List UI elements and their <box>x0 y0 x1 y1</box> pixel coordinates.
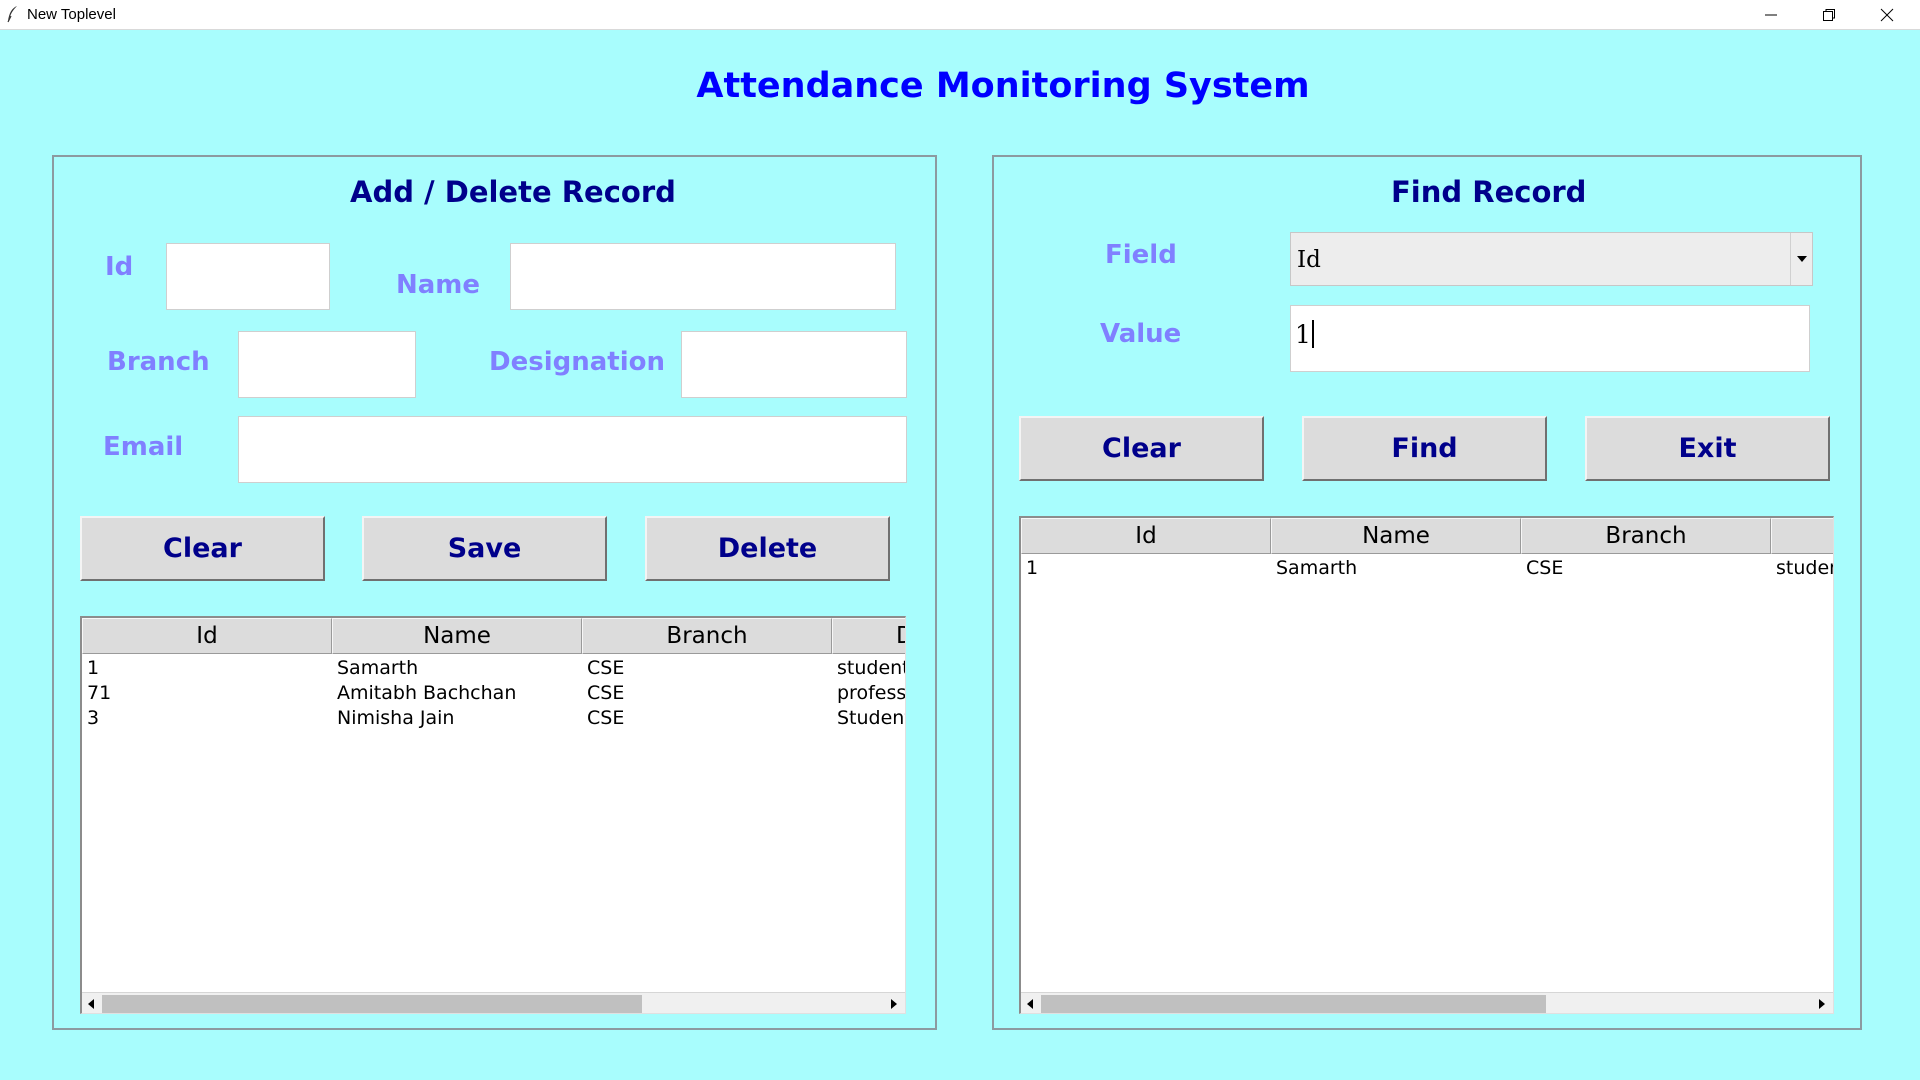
cell-name: Amitabh Bachchan <box>337 682 517 704</box>
branch-label: Branch <box>107 347 210 377</box>
name-input[interactable] <box>510 243 896 310</box>
scroll-thumb[interactable] <box>1041 995 1546 1013</box>
find-results-table[interactable]: Id Name Branch 1 Samarth CSE studen <box>1019 516 1834 1014</box>
window-title: New Toplevel <box>27 6 116 23</box>
cell-branch: CSE <box>587 707 625 729</box>
delete-button[interactable]: Delete <box>645 516 890 581</box>
find-clear-button[interactable]: Clear <box>1019 416 1264 481</box>
text-caret <box>1311 320 1314 348</box>
cell-id: 1 <box>87 657 100 679</box>
cell-branch: CSE <box>587 682 625 704</box>
arrow-left-icon <box>1027 999 1033 1009</box>
scroll-left-button[interactable] <box>82 993 102 1013</box>
value-input-text: 1 <box>1295 320 1311 349</box>
minimize-icon <box>1765 14 1777 16</box>
column-header-name[interactable]: Name <box>332 618 582 654</box>
close-button[interactable] <box>1858 0 1916 29</box>
cell-name: Samarth <box>337 657 419 679</box>
minimize-button[interactable] <box>1742 0 1800 29</box>
cell-branch: CSE <box>1526 557 1564 579</box>
close-icon <box>1880 8 1894 22</box>
scroll-thumb[interactable] <box>102 995 642 1013</box>
cell-id: 1 <box>1026 557 1039 579</box>
cell-name: Samarth <box>1276 557 1358 579</box>
arrow-right-icon <box>1819 999 1825 1009</box>
records-table[interactable]: Id Name Branch D 1 Samarth CSE student 7… <box>80 616 906 1014</box>
add-delete-title: Add / Delete Record <box>350 175 676 209</box>
value-input[interactable]: 1 <box>1290 305 1810 372</box>
find-button[interactable]: Find <box>1302 416 1547 481</box>
column-header-branch[interactable]: Branch <box>1521 518 1771 554</box>
id-input[interactable] <box>166 243 330 310</box>
field-select-value: Id <box>1297 247 1321 273</box>
records-table-body: 1 Samarth CSE student 71 Amitabh Bachcha… <box>82 656 906 731</box>
find-results-hscrollbar[interactable] <box>1021 992 1833 1013</box>
scroll-right-button[interactable] <box>1813 993 1833 1013</box>
designation-label: Designation <box>489 347 665 377</box>
cell-id: 3 <box>87 707 100 729</box>
save-button[interactable]: Save <box>362 516 607 581</box>
table-row[interactable]: 1 Samarth CSE student <box>82 656 906 681</box>
exit-button[interactable]: Exit <box>1585 416 1830 481</box>
find-results-body: 1 Samarth CSE studen <box>1021 556 1833 581</box>
branch-input[interactable] <box>238 331 416 398</box>
email-input[interactable] <box>238 416 907 483</box>
column-header-designation[interactable] <box>1771 518 1833 554</box>
column-header-branch[interactable]: Branch <box>582 618 832 654</box>
column-header-id[interactable]: Id <box>1021 518 1271 554</box>
column-header-designation[interactable]: D <box>832 618 905 654</box>
column-header-id[interactable]: Id <box>82 618 332 654</box>
records-hscrollbar[interactable] <box>82 992 905 1013</box>
scroll-left-button[interactable] <box>1021 993 1041 1013</box>
cell-branch: CSE <box>587 657 625 679</box>
feather-icon <box>6 5 18 23</box>
name-label: Name <box>396 270 481 300</box>
table-row[interactable]: 3 Nimisha Jain CSE Student <box>82 706 906 731</box>
field-label: Field <box>1105 240 1177 270</box>
column-header-name[interactable]: Name <box>1271 518 1521 554</box>
arrow-right-icon <box>891 999 897 1009</box>
dropdown-arrow[interactable] <box>1790 233 1812 285</box>
records-table-header: Id Name Branch D <box>82 618 905 654</box>
cell-designation: student <box>837 657 906 679</box>
restore-button[interactable] <box>1800 0 1858 29</box>
arrow-left-icon <box>88 999 94 1009</box>
find-results-header: Id Name Branch <box>1021 518 1833 554</box>
id-label: Id <box>105 252 134 282</box>
add-clear-button[interactable]: Clear <box>80 516 325 581</box>
scroll-right-button[interactable] <box>885 993 905 1013</box>
cell-name: Nimisha Jain <box>337 707 455 729</box>
designation-input[interactable] <box>681 331 907 398</box>
cell-designation: Student <box>837 707 906 729</box>
email-label: Email <box>103 432 184 462</box>
app-title: Attendance Monitoring System <box>696 66 1310 106</box>
field-select[interactable]: Id <box>1290 232 1813 286</box>
cell-id: 71 <box>87 682 112 704</box>
restore-icon <box>1823 9 1835 21</box>
window-titlebar: New Toplevel <box>0 0 1920 30</box>
cell-designation: profess <box>837 682 906 704</box>
table-row[interactable]: 71 Amitabh Bachchan CSE profess <box>82 681 906 706</box>
chevron-down-icon <box>1797 256 1807 262</box>
cell-designation: studen <box>1776 557 1833 579</box>
value-label: Value <box>1100 319 1182 349</box>
table-row[interactable]: 1 Samarth CSE studen <box>1021 556 1833 581</box>
find-record-title: Find Record <box>1391 175 1587 209</box>
